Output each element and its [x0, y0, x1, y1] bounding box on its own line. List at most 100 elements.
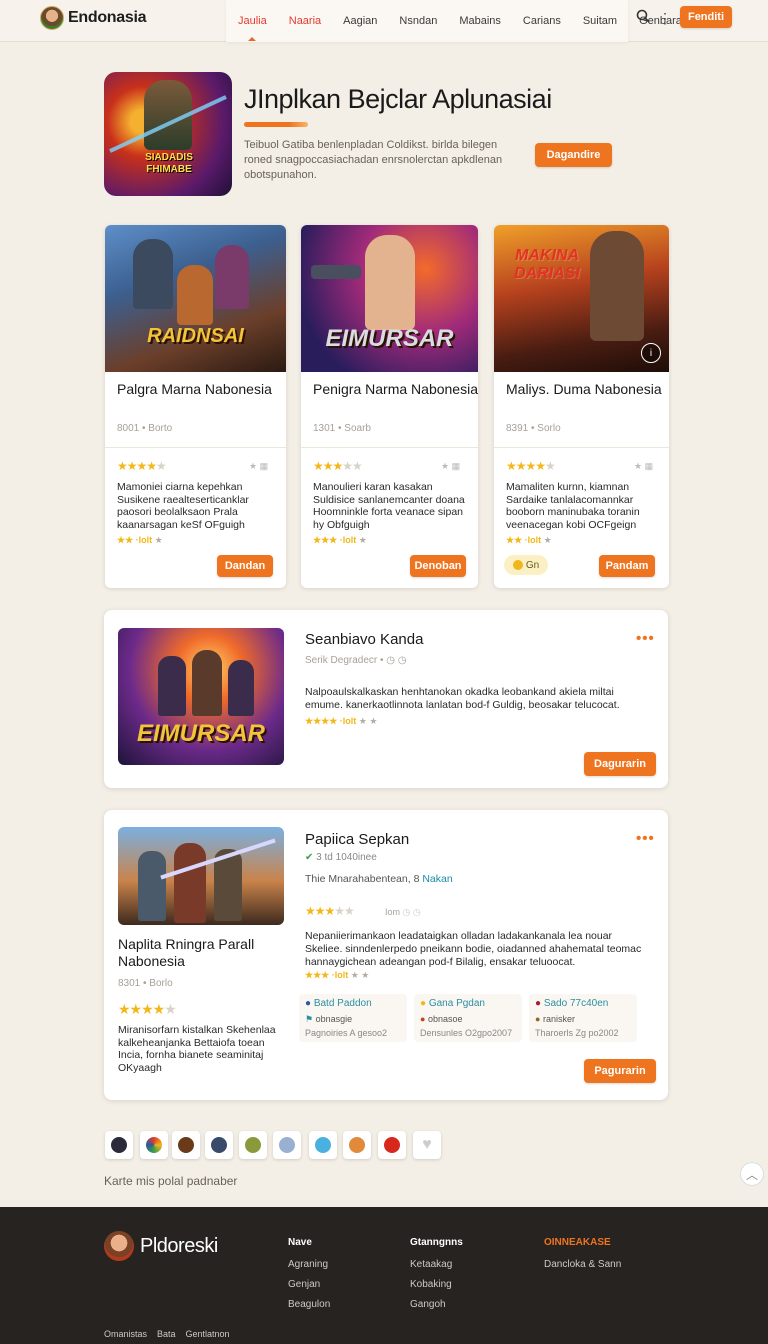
featured-game-button[interactable]: Dagurarin: [584, 752, 656, 776]
featured-game-button[interactable]: Pagurarin: [584, 1059, 656, 1083]
sub-game-card[interactable]: ● Gana Pgdan ● obnasoe Densunles O2gpo20…: [414, 994, 522, 1042]
game-thumb[interactable]: [343, 1131, 371, 1159]
game-card-button[interactable]: Pandam: [599, 555, 655, 577]
footer-link[interactable]: Dancloka & Sann: [544, 1255, 621, 1275]
hero-art-title: SIADADIS FHIMABE: [145, 152, 193, 175]
coin-label: Gn: [525, 559, 540, 571]
heart-icon[interactable]: ♥: [413, 1131, 441, 1159]
bookmark-icon[interactable]: ★ ▦: [634, 461, 653, 472]
sub-game-meta: ● obnasoe: [420, 1014, 463, 1024]
more-vertical-icon[interactable]: ⋮: [658, 10, 672, 27]
game-card-meta: 8391 • Sorlo: [506, 423, 561, 434]
featured-side-text: Miranisorfarn kistalkan Skehenlaa kalkeh…: [118, 1024, 276, 1074]
game-thumb[interactable]: [105, 1131, 133, 1159]
sub-game-title-text: Gana Pgdan: [428, 998, 485, 1009]
footer-bottom-link[interactable]: Bata: [157, 1329, 176, 1339]
footer-heading: OINNEAKASE: [544, 1237, 611, 1248]
brand[interactable]: Endonasia: [40, 6, 147, 30]
game-thumb[interactable]: [309, 1131, 337, 1159]
footer-link[interactable]: Ketaakag: [410, 1255, 463, 1275]
brand-name: Endonasia: [68, 9, 147, 26]
game-card-meta: 1301 • Soarb: [313, 423, 371, 434]
featured-game-title: Papiica Sepkan: [305, 831, 410, 848]
verified-row: ✔ 3 td 1040inee: [305, 852, 377, 863]
game-thumb[interactable]: [172, 1131, 200, 1159]
nav-tab-jaulia[interactable]: Jaulia: [238, 15, 267, 41]
footer-column: OINNEAKASE Dancloka & Sann: [544, 1233, 621, 1275]
game-card-art: EIMURSAR: [301, 225, 478, 372]
nav-tab-mabains[interactable]: Mabains: [459, 15, 501, 27]
sub-game-meta-text: obnasoe: [427, 1014, 463, 1024]
hero-title: JInplkan Bejclar Aplunasiai: [244, 84, 552, 114]
game-icon: ●: [305, 998, 312, 1009]
more-options-icon[interactable]: •••: [636, 630, 655, 647]
footer-heading: Nave: [288, 1237, 312, 1248]
game-card-art-title: MAKINA DARIASI: [514, 247, 580, 282]
footer-brand-name: Pldoreski: [140, 1234, 218, 1257]
subline-link[interactable]: Nakan: [422, 873, 452, 885]
bookmark-icon[interactable]: ★ ▦: [249, 461, 268, 472]
nav-tab-naaria[interactable]: Naaria: [289, 15, 321, 27]
game-icon: ●: [535, 998, 542, 1009]
footer-link[interactable]: Kobaking: [410, 1275, 463, 1295]
featured-art-title: EIMURSAR: [136, 720, 265, 747]
subline-text: Thie Mnarahabentean, 8: [305, 873, 420, 885]
sub-game-title: ● Sado 77c40en: [535, 998, 608, 1009]
nav-tab-nsndan[interactable]: Nsndan: [399, 15, 437, 27]
game-thumb[interactable]: [378, 1131, 406, 1159]
nav-cta-button[interactable]: Fenditi: [680, 6, 732, 28]
game-card[interactable]: MAKINA DARIASI i Maliys. Duma Nabonesia …: [494, 225, 669, 588]
nav-tab-carians[interactable]: Carians: [523, 15, 561, 27]
bookmark-icon[interactable]: ★ ▦: [441, 461, 460, 472]
footer-heading: Gtanngnns: [410, 1237, 463, 1248]
chevron-up-icon[interactable]: ︿: [740, 1162, 764, 1186]
footer-bottom-links: Omanistas Bata Gentlatnon: [104, 1329, 230, 1339]
sub-game-card[interactable]: ● Sado 77c40en ● ranisker Tharoerls Zg p…: [529, 994, 637, 1042]
game-thumb[interactable]: [205, 1131, 233, 1159]
sub-game-title-text: Batd Paddon: [313, 998, 372, 1009]
mini-rating: ★★★★ ·Iolt ★ ★: [305, 716, 378, 726]
game-card-button[interactable]: Dandan: [217, 555, 273, 577]
nav-tab-suitam[interactable]: Suitam: [583, 15, 617, 27]
game-card-button[interactable]: Denoban: [410, 555, 466, 577]
hero-game-art[interactable]: SIADADIS FHIMABE: [104, 72, 232, 196]
game-card-text: Manoulieri karan kasakan Suldisice sanla…: [313, 481, 465, 531]
sub-game-bottom: Densunles O2gpo2007: [420, 1028, 513, 1038]
search-icon[interactable]: [636, 9, 650, 23]
game-card[interactable]: EIMURSAR Penigra Narma Nabonesia 1301 • …: [301, 225, 478, 588]
footer-column: Gtanngnns Ketaakag Kobaking Gangoh: [410, 1233, 463, 1315]
hero-button[interactable]: Dagandire: [535, 143, 612, 167]
rating-meta-text: Iom: [385, 907, 401, 917]
footer-column: Nave Agraning Genjan Beagulon: [288, 1233, 330, 1315]
divider: [301, 447, 478, 448]
footer-brand[interactable]: Pldoreski: [104, 1231, 218, 1261]
footer-link[interactable]: Agraning: [288, 1255, 330, 1275]
game-card[interactable]: RAIDNSAI Palgra Marna Nabonesia 8001 • B…: [105, 225, 286, 588]
star-rating: ★★★★★: [305, 904, 355, 918]
footer-link[interactable]: Genjan: [288, 1275, 330, 1295]
star-rating: ★★★★★: [506, 459, 556, 473]
more-options-icon[interactable]: •••: [636, 830, 655, 847]
sub-game-card[interactable]: ● Batd Paddon ⚑ obnasgie Pagnoiries A ge…: [299, 994, 407, 1042]
star-rating: ★★★★★: [118, 1001, 177, 1017]
footer-link[interactable]: Beagulon: [288, 1295, 330, 1315]
footer-bottom-link[interactable]: Gentlatnon: [186, 1329, 230, 1339]
game-thumb[interactable]: [239, 1131, 267, 1159]
hero-description: Teibuol Gatiba benlenpladan Coldikst. bi…: [244, 139, 503, 181]
sub-game-title: ● Gana Pgdan: [420, 998, 485, 1009]
info-icon[interactable]: i: [641, 343, 661, 363]
coin-icon: [512, 560, 523, 570]
game-card-art-title: RAIDNSAI: [147, 325, 244, 347]
game-thumb[interactable]: [140, 1131, 168, 1159]
star-rating: ★★★★★: [313, 459, 363, 473]
mini-rating: ★★ ·Iolt ★: [117, 535, 163, 545]
nav-tab-aagian[interactable]: Aagian: [343, 15, 377, 27]
featured-game-card[interactable]: Naplita Rningra Parall Nabonesia 8301 • …: [104, 810, 668, 1100]
game-card-title: Penigra Narma Nabonesia: [313, 381, 478, 397]
footer-link[interactable]: Gangoh: [410, 1295, 463, 1315]
game-card-art-title: EIMURSAR: [325, 325, 454, 352]
divider: [105, 447, 286, 448]
featured-game-card[interactable]: EIMURSAR Seanbiavo Kanda ••• Serik Degra…: [104, 610, 668, 788]
game-thumb[interactable]: [273, 1131, 301, 1159]
footer-bottom-link[interactable]: Omanistas: [104, 1329, 147, 1339]
